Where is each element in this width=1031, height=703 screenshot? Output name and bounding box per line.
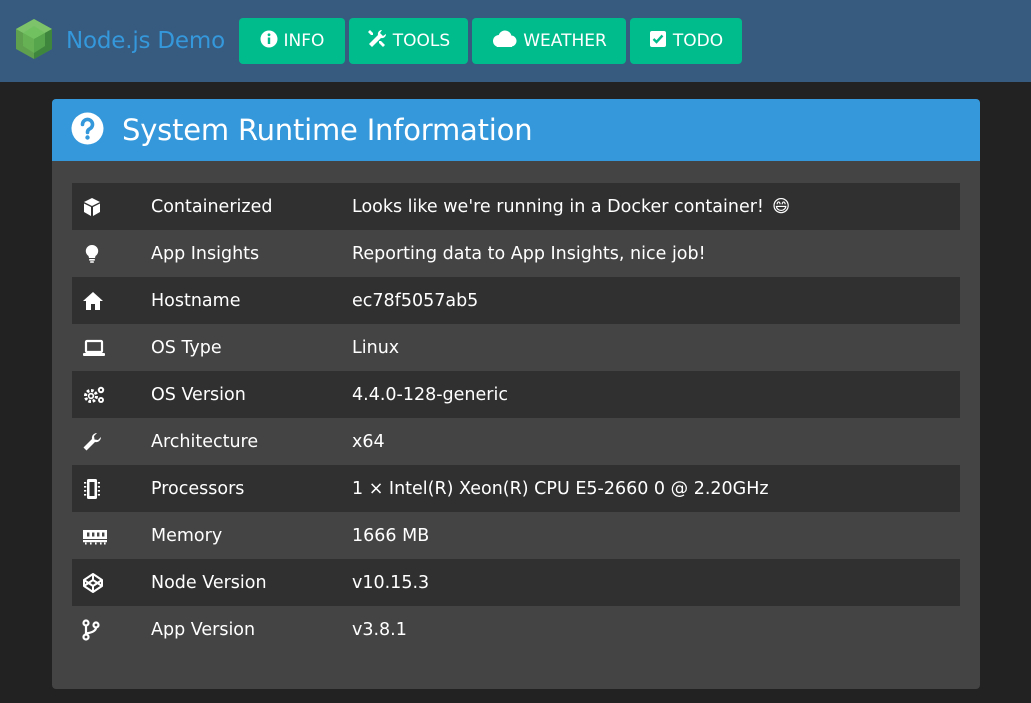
home-icon [72, 291, 151, 311]
nav-info-button[interactable]: INFO [239, 18, 345, 64]
question-circle-icon [71, 112, 104, 149]
memory-icon [72, 527, 151, 545]
row-label: Memory [151, 525, 223, 546]
row-value: ec78f5057ab5 [352, 290, 479, 311]
row-value-container: Looks like we're running in a Docker con… [352, 197, 960, 217]
row-label: Containerized [151, 196, 273, 217]
nav-tools-label: TOOLS [392, 31, 451, 51]
nodejs-hexagon-icon [14, 18, 54, 64]
table-row: Memory 1666 MB [72, 512, 960, 559]
cube-icon [72, 197, 151, 217]
row-label: App Insights [151, 243, 260, 264]
row-label: OS Type [151, 337, 222, 358]
cloud-icon [491, 30, 517, 53]
row-label: Architecture [151, 431, 259, 452]
table-row: App Insights Reporting data to App Insig… [72, 230, 960, 277]
row-label: Hostname [151, 290, 241, 311]
lightbulb-icon [72, 244, 151, 264]
tools-icon [367, 29, 387, 54]
check-square-icon [649, 30, 667, 53]
brand-title: Node.js Demo [66, 28, 225, 54]
row-value: Linux [352, 337, 400, 358]
row-value: v3.8.1 [352, 619, 407, 640]
row-value: Reporting data to App Insights, nice job… [352, 243, 706, 264]
table-row: OS Version 4.4.0-128-generic [72, 371, 960, 418]
table-row: Architecture x64 [72, 418, 960, 465]
info-table: Containerized Looks like we're running i… [72, 183, 960, 653]
grin-emoji-icon: 😄 [771, 196, 791, 217]
row-label: Node Version [151, 572, 267, 593]
code-branch-icon [72, 618, 151, 641]
info-circle-icon [260, 30, 278, 53]
wrench-icon [72, 432, 151, 452]
nav-weather-button[interactable]: WEATHER [472, 18, 626, 64]
table-row: Hostname ec78f5057ab5 [72, 277, 960, 324]
table-row: OS Type Linux [72, 324, 960, 371]
codepen-icon [72, 572, 151, 594]
card-header: System Runtime Information [52, 99, 980, 161]
row-value: x64 [352, 431, 385, 452]
table-row: Node Version v10.15.3 [72, 559, 960, 606]
microchip-icon [72, 478, 151, 500]
row-label: App Version [151, 619, 256, 640]
row-value: v10.15.3 [352, 572, 430, 593]
table-row: App Version v3.8.1 [72, 606, 960, 653]
row-value: 1 × Intel(R) Xeon(R) CPU E5-2660 0 @ 2.2… [352, 478, 769, 499]
table-row: Processors 1 × Intel(R) Xeon(R) CPU E5-2… [72, 465, 960, 512]
nav-todo-button[interactable]: TODO [630, 18, 742, 64]
brand-link[interactable]: Node.js Demo [14, 18, 225, 64]
row-value: Looks like we're running in a Docker con… [352, 196, 764, 217]
nav-weather-label: WEATHER [523, 31, 607, 51]
cogs-icon [72, 385, 151, 405]
nav-todo-label: TODO [672, 31, 724, 51]
row-value: 1666 MB [352, 525, 430, 546]
table-row: Containerized Looks like we're running i… [72, 183, 960, 230]
laptop-icon [72, 338, 151, 358]
card-title: System Runtime Information [122, 113, 533, 147]
navbar: Node.js Demo INFO TOOLS WEATHER TODO [0, 0, 1031, 82]
row-value: 4.4.0-128-generic [352, 384, 508, 405]
nav-tools-button[interactable]: TOOLS [349, 18, 468, 64]
nav-info-label: INFO [283, 31, 325, 51]
row-label: Processors [151, 478, 245, 499]
row-label: OS Version [151, 384, 246, 405]
system-info-card: System Runtime Information Containerized… [52, 99, 980, 689]
